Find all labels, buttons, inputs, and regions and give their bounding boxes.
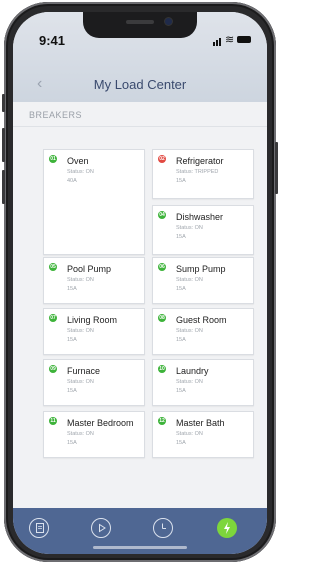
breaker-status: Status: ON [67,277,94,283]
breaker-amperage: 15A [176,337,186,343]
breaker-name: Laundry [176,366,209,376]
breaker-status: Status: ON [176,328,203,334]
breaker-status: Status: ON [67,379,94,385]
breaker-name: Living Room [67,315,118,325]
breaker-card-laundry[interactable]: 10 Laundry Status: ON 15A [152,359,254,406]
header-bar: 9:41 ≋ ‹ My Load Center [13,12,267,102]
breaker-amperage: 15A [176,388,186,394]
breaker-amperage: 15A [67,388,77,394]
breaker-name: Master Bedroom [67,418,134,428]
breaker-name: Refrigerator [176,156,224,166]
breaker-name: Guest Room [176,315,227,325]
breaker-card-sump-pump[interactable]: 06 Sump Pump Status: ON 15A [152,257,254,304]
divider [13,126,267,127]
breaker-status: Status: TRIPPED [176,169,219,175]
breaker-amperage: 15A [176,178,186,184]
breaker-status: Status: ON [67,431,94,437]
breaker-status-dot: 04 [158,211,166,219]
breaker-status: Status: ON [67,328,94,334]
breaker-name: Furnace [67,366,101,376]
play-icon[interactable] [91,518,111,538]
breaker-card-dishwasher[interactable]: 04 Dishwasher Status: ON 15A [152,205,254,255]
signal-icon [213,42,215,46]
breaker-amperage: 15A [176,286,186,292]
breaker-name: Master Bath [176,418,225,428]
status-icons: ≋ [213,34,253,46]
breaker-amperage: 15A [176,440,186,446]
breaker-name: Dishwasher [176,212,224,222]
wifi-icon: ≋ [225,34,235,46]
camera [165,18,172,25]
breaker-status: Status: ON [67,169,94,175]
battery-icon [237,36,251,43]
breaker-card-master-bedroom[interactable]: 11 Master Bedroom Status: ON 15A [43,411,145,458]
breaker-amperage: 15A [67,286,77,292]
mute-switch [2,94,5,112]
clock-icon[interactable] [153,518,173,538]
phone-frame: 9:41 ≋ ‹ My Load Center BREAKERS 01 Oven… [2,2,278,562]
breaker-card-master-bath[interactable]: 12 Master Bath Status: ON 15A [152,411,254,458]
home-indicator [93,546,187,549]
breaker-amperage: 15A [67,337,77,343]
breaker-card-living-room[interactable]: 07 Living Room Status: ON 15A [43,308,145,355]
app-screen: 9:41 ≋ ‹ My Load Center BREAKERS 01 Oven… [13,12,267,554]
breaker-status: Status: ON [176,379,203,385]
breaker-status-dot: 05 [49,263,57,271]
breaker-status-dot: 01 [49,155,57,163]
status-time: 9:41 [39,33,66,48]
breaker-name: Oven [67,156,89,166]
breaker-card-furnace[interactable]: 09 Furnace Status: ON 15A [43,359,145,406]
volume-down-button [2,170,5,204]
breaker-card-oven[interactable]: 01 Oven Status: ON 40A [43,149,145,255]
breaker-status-dot: 08 [158,314,166,322]
lightning-icon[interactable] [217,518,237,538]
power-button [275,142,278,194]
breaker-status-dot: 09 [49,365,57,373]
breaker-amperage: 40A [67,178,77,184]
breaker-status-dot: 10 [158,365,166,373]
breaker-amperage: 15A [67,440,77,446]
breaker-status: Status: ON [176,225,203,231]
speaker [126,20,154,24]
breaker-name: Pool Pump [67,264,112,274]
breaker-status: Status: ON [176,431,203,437]
breaker-status-dot: 02 [158,155,166,163]
volume-up-button [2,128,5,162]
notch [83,12,197,38]
breaker-card-pool-pump[interactable]: 05 Pool Pump Status: ON 15A [43,257,145,304]
breaker-status-dot: 06 [158,263,166,271]
breaker-status: Status: ON [176,277,203,283]
breaker-name: Sump Pump [176,264,226,274]
page-title: My Load Center [93,77,187,92]
breaker-card-refrigerator[interactable]: 02 Refrigerator Status: TRIPPED 15A [152,149,254,199]
breaker-amperage: 15A [176,234,186,240]
breaker-card-guest-room[interactable]: 08 Guest Room Status: ON 15A [152,308,254,355]
breaker-status-dot: 07 [49,314,57,322]
breaker-status-dot: 11 [49,417,57,425]
document-icon[interactable] [29,518,49,538]
breaker-status-dot: 12 [158,417,166,425]
section-label: BREAKERS [29,110,83,120]
